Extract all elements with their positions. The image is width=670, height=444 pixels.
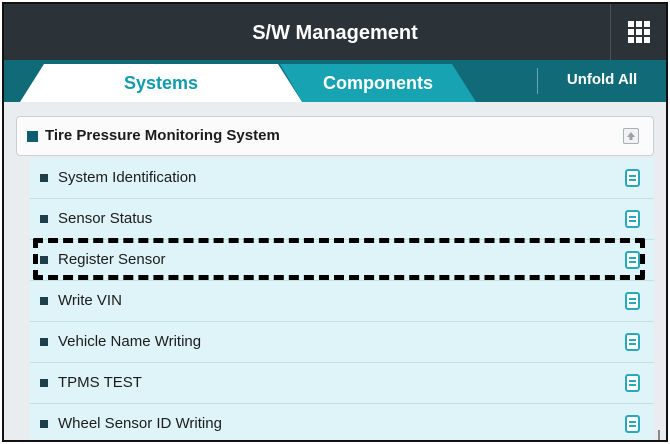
document-icon bbox=[625, 292, 640, 310]
collapse-button[interactable] bbox=[623, 128, 639, 144]
list-item-tpms-test[interactable]: TPMS TEST bbox=[30, 363, 654, 404]
bullet-icon bbox=[40, 420, 48, 428]
grid-menu-button[interactable] bbox=[610, 4, 666, 60]
document-icon bbox=[625, 415, 640, 433]
function-list: System Identification Sensor Status Regi… bbox=[30, 158, 654, 440]
list-item-label: Register Sensor bbox=[58, 251, 166, 268]
document-icon bbox=[625, 374, 640, 392]
list-item-sensor-status[interactable]: Sensor Status bbox=[30, 199, 654, 240]
bullet-icon bbox=[40, 379, 48, 387]
list-item-label: Sensor Status bbox=[58, 210, 153, 227]
system-square-icon bbox=[27, 131, 38, 142]
list-item-wheel-sensor-id-writing[interactable]: Wheel Sensor ID Writing bbox=[30, 404, 654, 440]
system-title: Tire Pressure Monitoring System bbox=[45, 127, 280, 144]
list-item-label: TPMS TEST bbox=[58, 374, 142, 391]
scrollbar-indicator[interactable] bbox=[658, 430, 660, 440]
list-item-system-identification[interactable]: System Identification bbox=[30, 158, 654, 199]
list-item-label: Vehicle Name Writing bbox=[58, 333, 202, 350]
tab-bar: Components Systems Unfold All bbox=[4, 60, 666, 102]
tab-components[interactable]: Components bbox=[280, 64, 476, 102]
bullet-icon bbox=[40, 256, 48, 264]
document-icon bbox=[625, 169, 640, 187]
document-icon bbox=[625, 210, 640, 228]
collapse-up-icon bbox=[627, 132, 635, 140]
list-item-label: Wheel Sensor ID Writing bbox=[58, 415, 222, 432]
bullet-icon bbox=[40, 338, 48, 346]
list-item-label: Write VIN bbox=[58, 292, 122, 309]
document-icon bbox=[625, 333, 640, 351]
tab-systems[interactable]: Systems bbox=[20, 64, 302, 102]
bullet-icon bbox=[40, 215, 48, 223]
page-title: S/W Management bbox=[252, 22, 418, 44]
list-item-vehicle-name-writing[interactable]: Vehicle Name Writing bbox=[30, 322, 654, 363]
system-list-panel: Tire Pressure Monitoring System System I… bbox=[4, 102, 666, 440]
system-group-header[interactable]: Tire Pressure Monitoring System bbox=[16, 116, 654, 156]
bullet-icon bbox=[40, 297, 48, 305]
list-item-label: System Identification bbox=[58, 169, 197, 186]
list-item-register-sensor[interactable]: Register Sensor bbox=[30, 240, 654, 281]
grid-menu-icon bbox=[627, 21, 650, 43]
document-icon bbox=[625, 251, 640, 269]
bullet-icon bbox=[40, 174, 48, 182]
list-item-write-vin[interactable]: Write VIN bbox=[30, 281, 654, 322]
app-header: S/W Management bbox=[4, 4, 666, 60]
app-frame: S/W Management Components Systems Unfold… bbox=[2, 2, 668, 442]
unfold-all-button[interactable]: Unfold All bbox=[538, 60, 666, 102]
